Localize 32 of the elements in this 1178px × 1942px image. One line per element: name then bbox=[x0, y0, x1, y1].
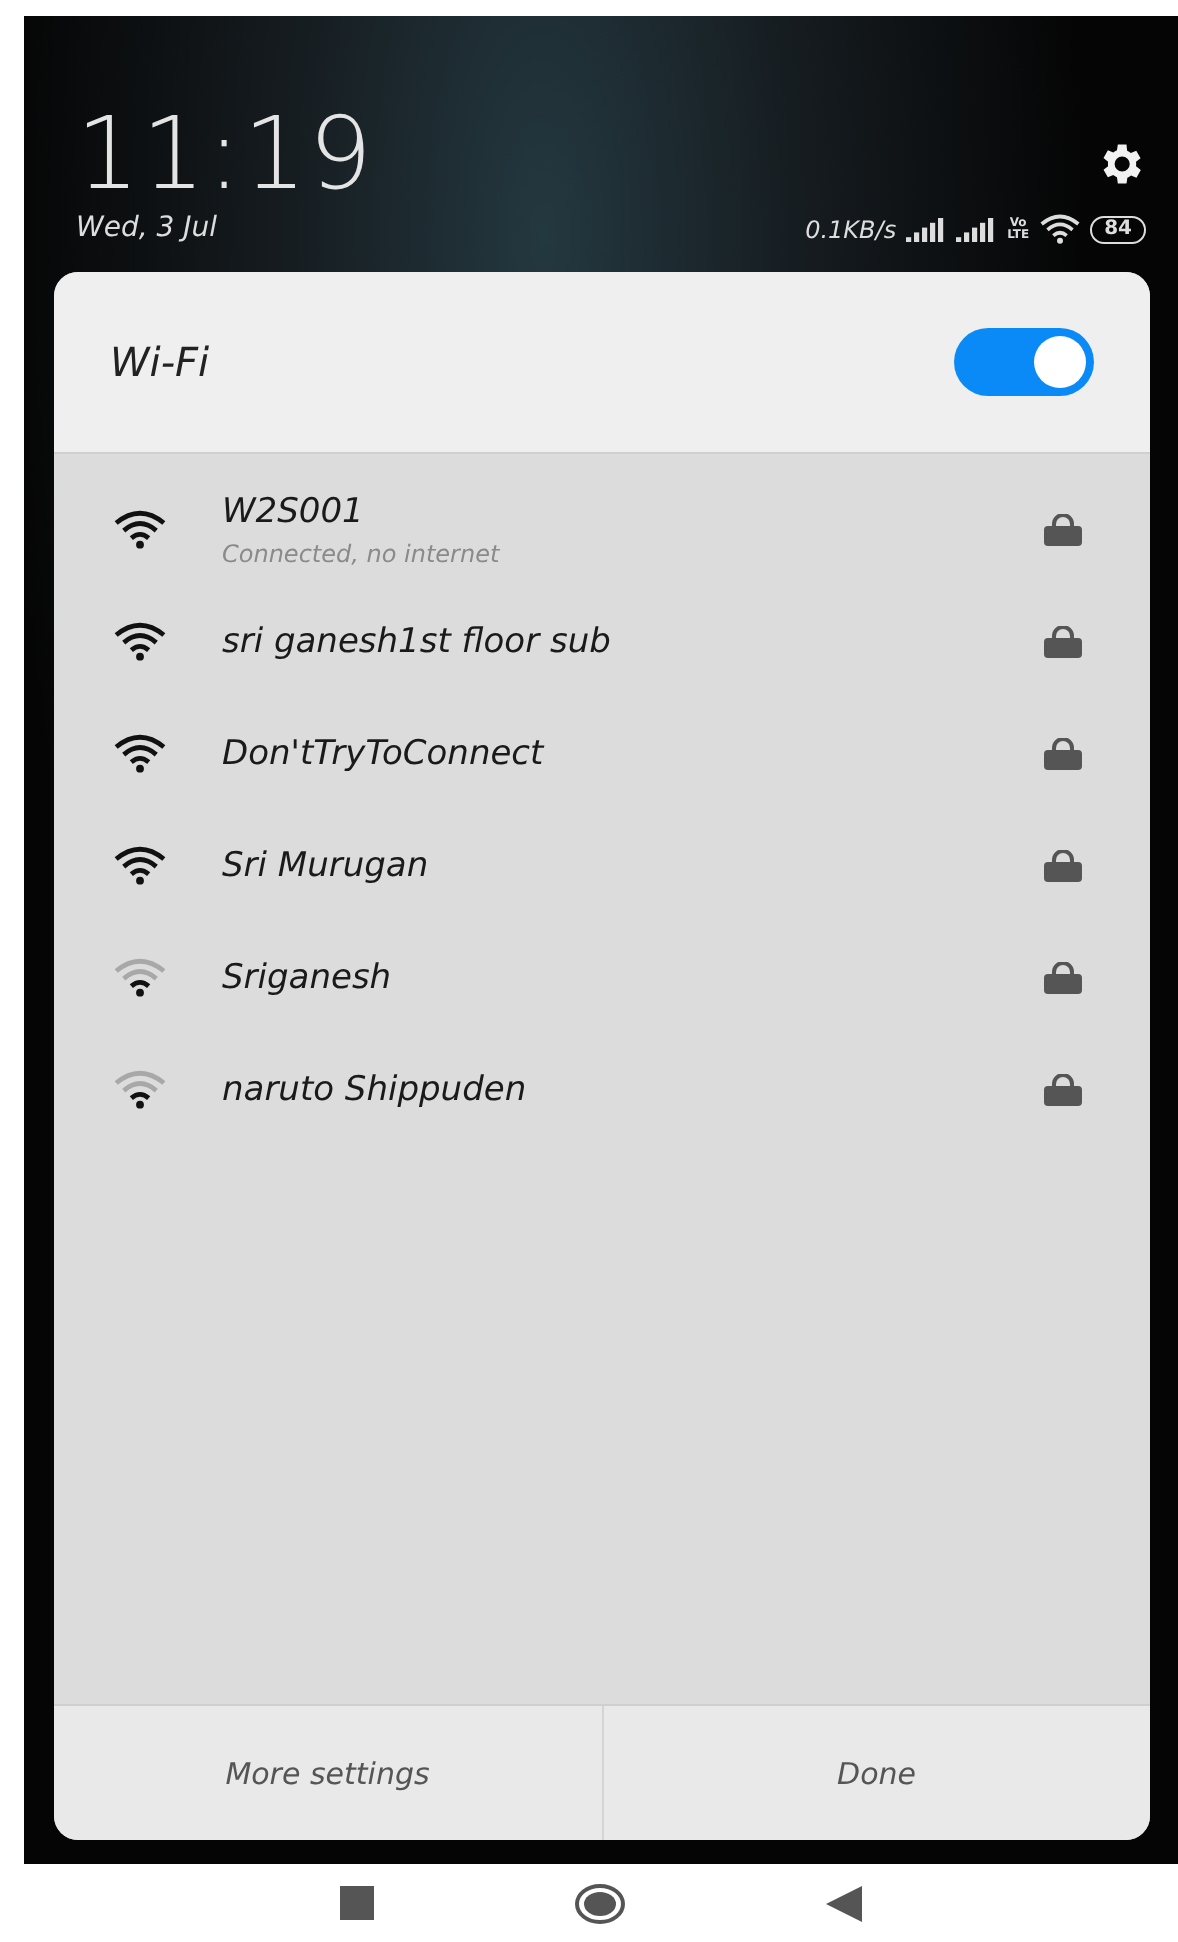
network-name: Sriganesh bbox=[222, 958, 394, 998]
network-name: W2S001 bbox=[222, 492, 366, 532]
signal-icon bbox=[956, 217, 997, 241]
home-icon[interactable] bbox=[574, 1883, 626, 1923]
network-item[interactable]: Don'tTryToConnect bbox=[54, 698, 1150, 810]
date-text: Wed, 3 Jul bbox=[76, 212, 219, 244]
signal-icon bbox=[906, 217, 947, 241]
wifi-icon bbox=[114, 846, 166, 886]
wifi-icon bbox=[114, 958, 166, 998]
network-item[interactable]: Sriganesh bbox=[54, 922, 1150, 1034]
footer-button[interactable]: More settings bbox=[54, 1706, 601, 1840]
back-icon[interactable] bbox=[826, 1885, 862, 1921]
clock-time: 11:19 bbox=[76, 104, 375, 204]
wifi-icon bbox=[114, 622, 166, 662]
wifi-icon bbox=[114, 510, 166, 550]
battery-indicator: 84 bbox=[1090, 215, 1146, 243]
network-item[interactable]: naruto Shippuden bbox=[54, 1034, 1150, 1146]
network-item[interactable]: W2S001 Connected, no internet bbox=[54, 474, 1150, 586]
network-name: sri ganesh1st floor sub bbox=[222, 622, 613, 662]
network-item[interactable]: sri ganesh1st floor sub bbox=[54, 586, 1150, 698]
network-status: Connected, no internet bbox=[222, 540, 502, 568]
wifi-toggle[interactable] bbox=[954, 328, 1094, 396]
panel-title: Wi-Fi bbox=[110, 338, 210, 386]
network-name: naruto Shippuden bbox=[222, 1070, 529, 1110]
wifi-icon bbox=[114, 1070, 166, 1110]
footer-button[interactable]: Done bbox=[601, 1706, 1150, 1840]
network-item[interactable]: Sri Murugan bbox=[54, 810, 1150, 922]
wifi-icon bbox=[114, 734, 166, 774]
network-name: Sri Murugan bbox=[222, 846, 431, 886]
network-name: Don'tTryToConnect bbox=[222, 734, 547, 774]
network-speed: 0.1KB/s bbox=[805, 215, 897, 243]
wifi-icon bbox=[1040, 214, 1081, 244]
